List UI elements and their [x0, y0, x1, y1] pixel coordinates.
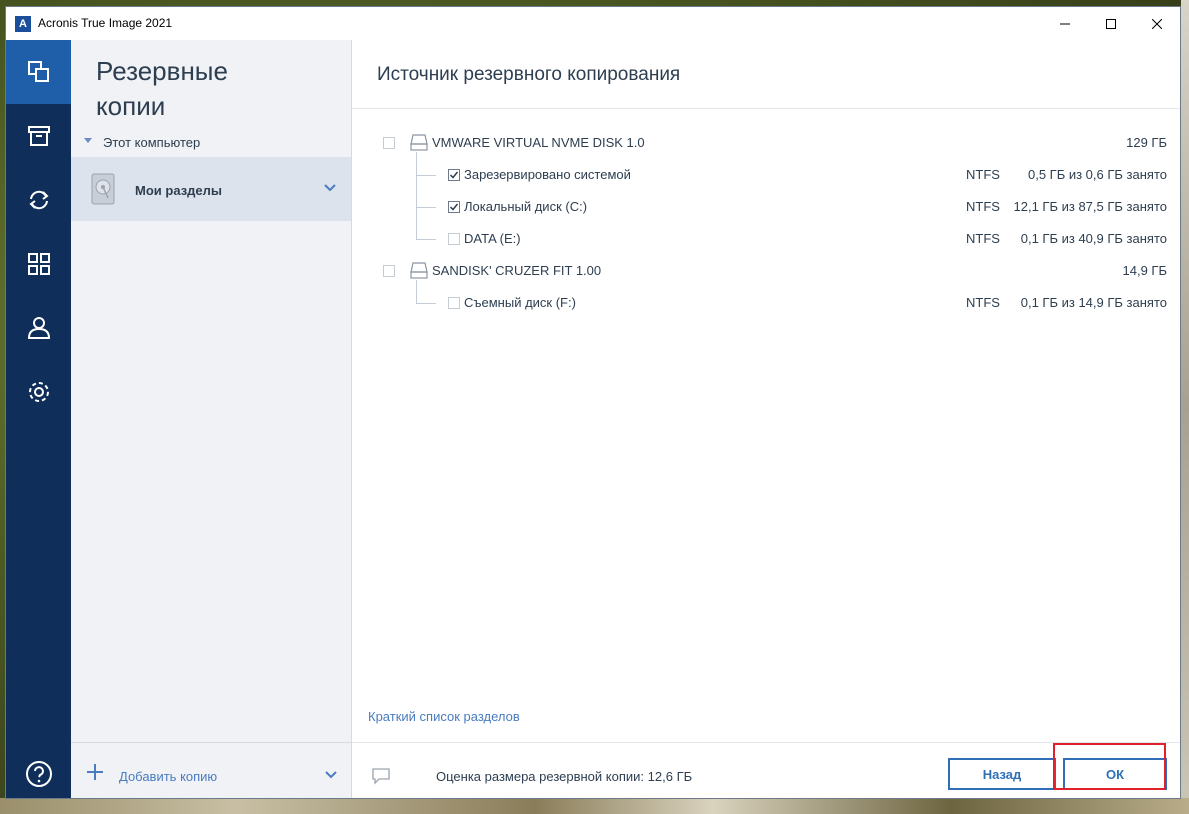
title-bar: A Acronis True Image 2021: [6, 7, 1180, 40]
ok-button-highlight: [1053, 743, 1166, 790]
check-icon: [449, 203, 459, 211]
estimate-value: 12,6 ГБ: [647, 769, 693, 784]
chevron-down-icon[interactable]: [324, 184, 336, 192]
short-partition-list-link[interactable]: Краткий список разделов: [368, 709, 520, 724]
disk-checkbox[interactable]: [383, 137, 395, 149]
copy-icon: [27, 61, 49, 82]
nav-backup[interactable]: [6, 40, 71, 104]
disk-name: SANDISK' CRUZER FIT 1.00: [432, 263, 602, 278]
partition-row[interactable]: Съемный диск (F:) NTFS 0,1 ГБ из 14,9 ГБ…: [352, 287, 1180, 319]
maximize-icon: [1106, 18, 1116, 29]
plus-icon[interactable]: [86, 763, 104, 781]
disk-icon: [410, 134, 428, 151]
partition-usage: 0,1 ГБ из 40,9 ГБ занято: [1020, 231, 1167, 246]
app-window: A Acronis True Image 2021 Резервные копи…: [6, 7, 1180, 798]
close-icon: [1152, 18, 1162, 29]
group-this-computer[interactable]: Этот компьютер: [103, 135, 200, 150]
nav-archive[interactable]: [6, 104, 71, 168]
desktop-edge-bottom: [0, 798, 1189, 814]
nav-settings[interactable]: [6, 360, 71, 424]
disk-row[interactable]: SANDISK' CRUZER FIT 1.00 14,9 ГБ: [352, 255, 1180, 287]
gear-icon: [28, 382, 49, 402]
check-icon: [449, 171, 459, 179]
add-backup-link[interactable]: Добавить копию: [119, 769, 217, 784]
back-button[interactable]: Назад: [948, 758, 1056, 790]
partition-name: Локальный диск (C:): [464, 199, 588, 214]
partition-fs: NTFS: [966, 295, 1000, 310]
comment-icon[interactable]: [371, 767, 391, 785]
partition-fs: NTFS: [966, 167, 1000, 182]
partition-usage: 12,1 ГБ из 87,5 ГБ занято: [1013, 199, 1167, 214]
nav-tools[interactable]: [6, 232, 71, 296]
main-panel: Источник резервного копирования VMWARE V…: [352, 40, 1180, 798]
disk-icon: [410, 262, 428, 279]
sidebar-item-my-partitions[interactable]: Мои разделы: [71, 157, 351, 221]
backup-size-estimate: Оценка размера резервной копии: 12,6 ГБ: [436, 769, 692, 784]
estimate-label: Оценка размера резервной копии:: [436, 769, 645, 784]
desktop-edge: [1181, 0, 1189, 814]
partition-name: DATA (E:): [464, 231, 521, 246]
sync-icon: [28, 190, 49, 210]
partition-row[interactable]: Зарезервировано системой NTFS 0,5 ГБ из …: [352, 159, 1180, 191]
partition-row[interactable]: DATA (E:) NTFS 0,1 ГБ из 40,9 ГБ занято: [352, 223, 1180, 255]
page-title: Источник резервного копирования: [377, 64, 681, 85]
partition-checkbox[interactable]: [448, 297, 460, 309]
help-icon: [25, 761, 52, 787]
disk-row[interactable]: VMWARE VIRTUAL NVME DISK 1.0 129 ГБ: [352, 127, 1180, 159]
app-logo-letter: A: [19, 18, 27, 30]
minimize-icon: [1060, 23, 1070, 24]
sidebar-title-line1: Резервные: [96, 56, 228, 86]
partition-name: Съемный диск (F:): [464, 295, 576, 310]
partition-usage: 0,5 ГБ из 0,6 ГБ занято: [1027, 167, 1167, 182]
partition-checkbox[interactable]: [448, 233, 460, 245]
sidebar-title-line2: копии: [96, 91, 166, 121]
maximize-button[interactable]: [1088, 7, 1134, 40]
disk-name: VMWARE VIRTUAL NVME DISK 1.0: [432, 135, 645, 150]
disk-size: 129 ГБ: [1126, 135, 1167, 150]
partition-name: Зарезервировано системой: [464, 167, 631, 182]
partition-row[interactable]: Локальный диск (C:) NTFS 12,1 ГБ из 87,5…: [352, 191, 1180, 223]
nav-rail: [6, 40, 71, 798]
archive-icon: [27, 126, 50, 146]
app-logo-icon: A: [15, 16, 31, 32]
partition-usage: 0,1 ГБ из 14,9 ГБ занято: [1020, 295, 1167, 310]
window-title: Acronis True Image 2021: [38, 16, 173, 30]
partition-fs: NTFS: [966, 231, 1000, 246]
sidebar-item-label: Мои разделы: [135, 183, 223, 198]
hard-drive-icon: [91, 173, 115, 205]
disk-size: 14,9 ГБ: [1122, 263, 1167, 278]
close-button[interactable]: [1134, 7, 1180, 40]
nav-sync[interactable]: [6, 168, 71, 232]
nav-help[interactable]: [6, 742, 71, 798]
nav-account[interactable]: [6, 296, 71, 360]
minimize-button[interactable]: [1042, 7, 1088, 40]
disk-checkbox[interactable]: [383, 265, 395, 277]
sidebar-title: Резервные копии: [96, 54, 336, 124]
partition-fs: NTFS: [966, 199, 1000, 214]
backups-sidebar: Резервные копии Этот компьютер Мои разде…: [71, 40, 352, 798]
chevron-down-icon[interactable]: [325, 771, 337, 779]
partition-checkbox[interactable]: [448, 169, 460, 181]
collapse-caret-icon[interactable]: [84, 138, 92, 143]
partition-checkbox[interactable]: [448, 201, 460, 213]
user-icon: [27, 317, 50, 339]
grid-icon: [27, 253, 50, 275]
main-header: Источник резервного копирования: [352, 40, 1180, 109]
sidebar-footer: Добавить копию: [71, 742, 351, 798]
